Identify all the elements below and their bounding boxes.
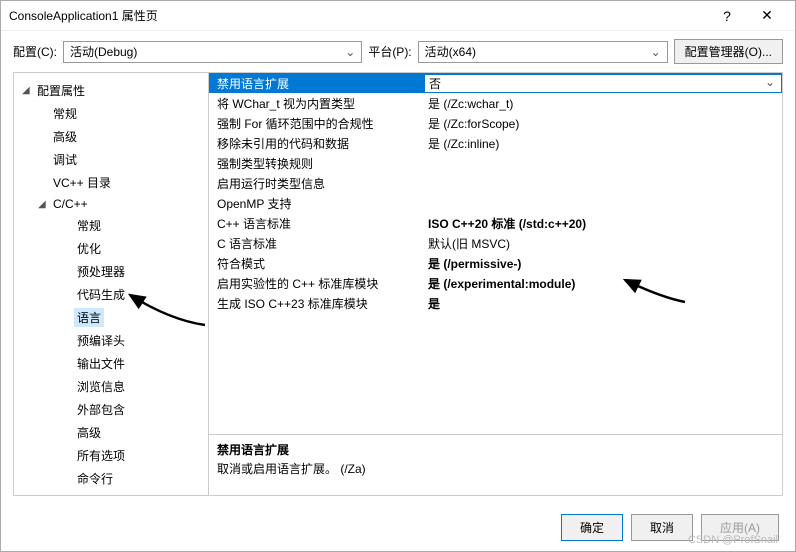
tree-item-label: 常规 (74, 216, 104, 235)
tree-item-label: C/C++ (50, 196, 91, 212)
platform-combo[interactable]: 活动(x64) (418, 41, 668, 63)
tree-item-label: 调试 (50, 150, 80, 169)
tree-item[interactable]: 高级 (14, 125, 208, 148)
tree-item[interactable]: 代码生成 (14, 283, 208, 306)
property-value[interactable]: 否 (424, 74, 782, 93)
property-row[interactable]: 禁用语言扩展否 (209, 73, 782, 93)
property-value[interactable]: ISO C++20 标准 (/std:c++20) (424, 215, 782, 232)
tree-item-label: 命令行 (74, 469, 116, 488)
property-name: 启用运行时类型信息 (209, 175, 424, 192)
property-name: C++ 语言标准 (209, 215, 424, 232)
property-row[interactable]: OpenMP 支持 (209, 193, 782, 213)
platform-value: 活动(x64) (425, 43, 476, 60)
property-row[interactable]: 将 WChar_t 视为内置类型是 (/Zc:wchar_t) (209, 93, 782, 113)
tree-item-label: 浏览信息 (74, 377, 128, 396)
property-row[interactable]: 强制类型转换规则 (209, 153, 782, 173)
config-value: 活动(Debug) (70, 43, 137, 60)
tree-item-label: 配置属性 (34, 81, 88, 100)
property-value[interactable]: 是 (/permissive-) (424, 255, 782, 272)
property-name: OpenMP 支持 (209, 195, 424, 212)
property-name: 强制 For 循环范围中的合规性 (209, 115, 424, 132)
tree-item[interactable]: 预编译头 (14, 329, 208, 352)
tree-item[interactable]: 语言 (14, 306, 208, 329)
ok-button[interactable]: 确定 (561, 514, 623, 541)
tree-item[interactable]: 优化 (14, 237, 208, 260)
config-label: 配置(C): (13, 43, 57, 60)
property-row[interactable]: C++ 语言标准ISO C++20 标准 (/std:c++20) (209, 213, 782, 233)
tree-item-label: 语言 (74, 308, 104, 327)
tree-item[interactable]: 常规 (14, 214, 208, 237)
tree-item-label: 常规 (50, 104, 80, 123)
property-name: 移除未引用的代码和数据 (209, 135, 424, 152)
property-value[interactable]: 是 (/Zc:forScope) (424, 115, 782, 132)
property-tree[interactable]: ◢配置属性常规高级调试VC++ 目录◢C/C++常规优化预处理器代码生成语言预编… (14, 73, 209, 495)
tree-item-label: 代码生成 (74, 285, 128, 304)
property-row[interactable]: C 语言标准默认(旧 MSVC) (209, 233, 782, 253)
description-text: 取消或启用语言扩展。 (/Za) (217, 460, 774, 477)
tree-item[interactable]: 所有选项 (14, 444, 208, 467)
tree-item[interactable]: 常规 (14, 102, 208, 125)
property-name: 强制类型转换规则 (209, 155, 424, 172)
property-row[interactable]: 生成 ISO C++23 标准库模块是 (209, 293, 782, 313)
property-name: C 语言标准 (209, 235, 424, 252)
tree-item[interactable]: 浏览信息 (14, 375, 208, 398)
config-manager-button[interactable]: 配置管理器(O)... (674, 39, 783, 64)
property-value[interactable]: 默认(旧 MSVC) (424, 235, 782, 252)
tree-item[interactable]: ▷链接器 (14, 490, 208, 495)
tree-item-label: 高级 (74, 423, 104, 442)
tree-item[interactable]: 输出文件 (14, 352, 208, 375)
property-value[interactable]: 是 (424, 295, 782, 312)
cancel-button[interactable]: 取消 (631, 514, 693, 541)
property-row[interactable]: 移除未引用的代码和数据是 (/Zc:inline) (209, 133, 782, 153)
tree-item[interactable]: 外部包含 (14, 398, 208, 421)
tree-item-label: 预编译头 (74, 331, 128, 350)
help-icon[interactable]: ? (707, 8, 747, 24)
tree-item-label: VC++ 目录 (50, 173, 114, 192)
tree-item-label: 所有选项 (74, 446, 128, 465)
tree-item[interactable]: ◢C/C++ (14, 194, 208, 214)
tree-item-label: 预处理器 (74, 262, 128, 281)
property-name: 将 WChar_t 视为内置类型 (209, 95, 424, 112)
property-name: 启用实验性的 C++ 标准库模块 (209, 275, 424, 292)
tree-item-label: 高级 (50, 127, 80, 146)
property-value[interactable]: 是 (/Zc:inline) (424, 135, 782, 152)
config-combo[interactable]: 活动(Debug) (63, 41, 362, 63)
tree-item-label: 外部包含 (74, 400, 128, 419)
tree-caret-icon: ◢ (38, 199, 50, 210)
description-title: 禁用语言扩展 (217, 441, 774, 458)
config-row: 配置(C): 活动(Debug) 平台(P): 活动(x64) 配置管理器(O)… (1, 31, 795, 72)
tree-item[interactable]: 调试 (14, 148, 208, 171)
property-name: 符合模式 (209, 255, 424, 272)
description-panel: 禁用语言扩展 取消或启用语言扩展。 (/Za) (209, 435, 782, 495)
property-row[interactable]: 强制 For 循环范围中的合规性是 (/Zc:forScope) (209, 113, 782, 133)
dialog-footer: 确定 取消 应用(A) (1, 504, 795, 551)
tree-item-label: 优化 (74, 239, 104, 258)
property-name: 禁用语言扩展 (209, 75, 424, 92)
property-row[interactable]: 符合模式是 (/permissive-) (209, 253, 782, 273)
watermark: CSDN @ProfSnail (688, 534, 778, 546)
property-name: 生成 ISO C++23 标准库模块 (209, 295, 424, 312)
tree-item[interactable]: ◢配置属性 (14, 79, 208, 102)
platform-label: 平台(P): (368, 43, 411, 60)
window-title: ConsoleApplication1 属性页 (9, 7, 707, 24)
tree-item[interactable]: 预处理器 (14, 260, 208, 283)
tree-item[interactable]: VC++ 目录 (14, 171, 208, 194)
tree-caret-icon: ◢ (22, 85, 34, 96)
titlebar: ConsoleApplication1 属性页 ? ✕ (1, 1, 795, 31)
property-row[interactable]: 启用实验性的 C++ 标准库模块是 (/experimental:module) (209, 273, 782, 293)
property-grid[interactable]: 禁用语言扩展否将 WChar_t 视为内置类型是 (/Zc:wchar_t)强制… (209, 73, 782, 435)
property-value[interactable]: 是 (/experimental:module) (424, 275, 782, 292)
tree-item-label: 链接器 (50, 492, 92, 495)
property-row[interactable]: 启用运行时类型信息 (209, 173, 782, 193)
close-icon[interactable]: ✕ (747, 7, 787, 24)
tree-item-label: 输出文件 (74, 354, 128, 373)
tree-item[interactable]: 命令行 (14, 467, 208, 490)
tree-item[interactable]: 高级 (14, 421, 208, 444)
property-value[interactable]: 是 (/Zc:wchar_t) (424, 95, 782, 112)
